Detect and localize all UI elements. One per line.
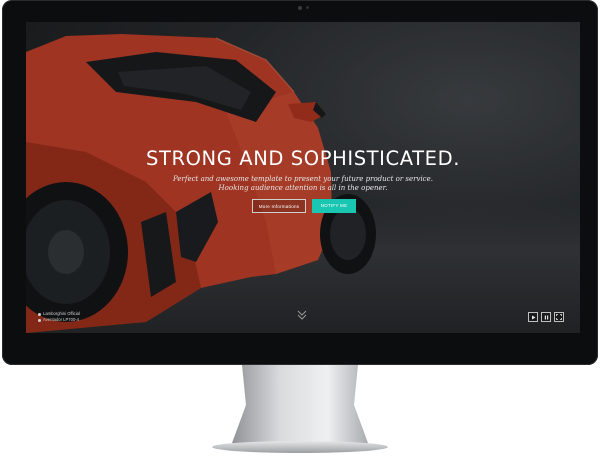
notify-me-button[interactable]: Notify me xyxy=(312,199,356,213)
play-button[interactable] xyxy=(528,312,538,322)
camera-light xyxy=(306,6,309,9)
pause-icon xyxy=(544,315,548,319)
hero-screen: STRONG AND SOPHISTICATED. Perfect and aw… xyxy=(26,22,580,333)
play-icon xyxy=(531,315,535,319)
monitor-stand-neck xyxy=(232,365,368,443)
chevron-double-down-icon[interactable] xyxy=(296,309,308,323)
photo-credits: Lamborghini Official Aventador LP700-4 xyxy=(38,311,80,323)
hero-subtitle-line2: Hooking audience attention is all in the… xyxy=(218,184,388,192)
media-controls xyxy=(528,312,564,322)
bullet-icon xyxy=(38,312,41,316)
credit-line: Aventador LP700-4 xyxy=(38,317,80,323)
hero-title: STRONG AND SOPHISTICATED. xyxy=(145,147,461,170)
monitor-stand-base xyxy=(212,441,388,453)
more-informations-button[interactable]: More Informations xyxy=(252,199,306,213)
bullet-icon xyxy=(38,318,41,322)
hero-subtitle-line1: Perfect and awesome template to present … xyxy=(173,175,433,183)
fullscreen-button[interactable] xyxy=(554,312,564,322)
fullscreen-icon xyxy=(556,314,562,320)
camera-icon xyxy=(298,6,302,10)
monitor-frame: STRONG AND SOPHISTICATED. Perfect and aw… xyxy=(2,0,598,365)
pause-button[interactable] xyxy=(541,312,551,322)
credit-line2: Aventador LP700-4 xyxy=(43,317,80,322)
